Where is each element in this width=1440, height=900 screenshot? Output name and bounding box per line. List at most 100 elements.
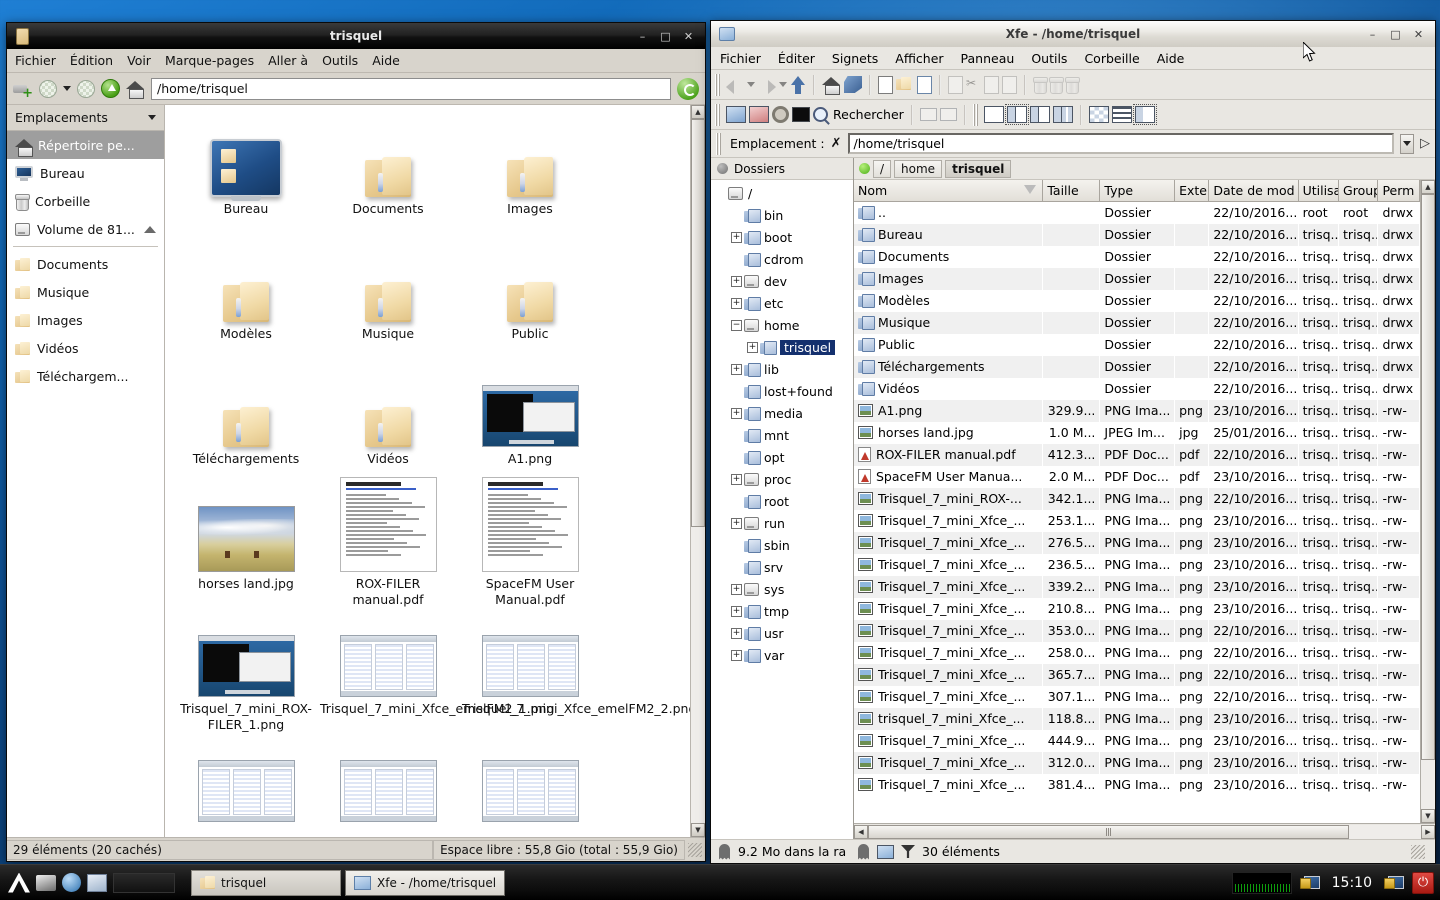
table-row[interactable]: SpaceFM User Manua... 2.0 M... PDF Doc... p…: [854, 466, 1420, 488]
terminal-icon[interactable]: [36, 874, 56, 891]
scroll-down-button[interactable]: ▼: [691, 823, 705, 837]
tree-expander[interactable]: +: [731, 473, 742, 485]
left-vertical-scrollbar[interactable]: ▲ ▼: [690, 105, 705, 837]
scroll-thumb[interactable]: [868, 824, 1350, 839]
tree-node[interactable]: root: [711, 490, 853, 512]
breadcrumb-root[interactable]: /: [873, 159, 892, 178]
table-row[interactable]: Trisquel_7_mini_Xfce_... 353.0... PNG Ima.…: [854, 619, 1420, 642]
back-dropdown-icon[interactable]: [747, 82, 755, 87]
minimize-button[interactable]: –: [636, 31, 649, 42]
table-row[interactable]: Trisquel_7_mini_Xfce_... 381.4... PNG Ima.…: [854, 774, 1420, 796]
cell-name[interactable]: trisquel_7_mini_Xfce_...: [854, 707, 1043, 730]
task-buttons[interactable]: trisquel Xfe - /home/trisquel: [191, 869, 509, 896]
table-row[interactable]: horses land.jpg 1.0 M... JPEG Im... jpg 25/0…: [854, 422, 1420, 444]
table-row[interactable]: Trisquel_7_mini_Xfce_... 365.7... PNG Ima.…: [854, 663, 1420, 686]
toolbar-grip[interactable]: [715, 73, 720, 96]
left-window-controls[interactable]: – □ ✕: [636, 31, 701, 42]
table-row[interactable]: Trisquel_7_mini_Xfce_... 253.1... PNG Ima.…: [854, 510, 1420, 532]
cell-name[interactable]: Téléchargements: [854, 355, 1043, 378]
scroll-up-button[interactable]: ▲: [1421, 180, 1435, 194]
tree-expander[interactable]: +: [731, 275, 742, 287]
cell-name[interactable]: Trisquel_7_mini_Xfce_...: [854, 663, 1043, 686]
xfe-menubar[interactable]: Fichier Éditer Signets Afficher Panneau …: [711, 47, 1435, 70]
xfe-window-controls[interactable]: – □ ✕: [1366, 29, 1431, 40]
left-window-titlebar[interactable]: trisquel – □ ✕: [7, 23, 705, 49]
file-icon-item[interactable]: Public: [459, 244, 601, 369]
menu-outils[interactable]: Outils: [1031, 51, 1067, 66]
tree-node[interactable]: + trisquel: [711, 336, 853, 358]
menu-panneau[interactable]: Panneau: [961, 51, 1015, 66]
tree-node[interactable]: + etc: [711, 292, 853, 314]
chevron-down-icon[interactable]: [148, 115, 156, 120]
menu-aide[interactable]: Aide: [1157, 51, 1185, 66]
terminal-icon[interactable]: [792, 107, 810, 122]
taskbar-launchers[interactable]: [0, 872, 183, 893]
file-icon-item[interactable]: Documents: [317, 119, 459, 244]
toolbar-grip[interactable]: [972, 103, 978, 126]
task-button-xfe[interactable]: Xfe - /home/trisquel: [345, 869, 506, 896]
magnifier-icon[interactable]: [813, 107, 828, 122]
xfe-window[interactable]: Xfe - /home/trisquel – □ ✕ Fichier Édite…: [710, 20, 1436, 864]
menu-fichier[interactable]: Fichier: [15, 53, 56, 68]
cell-name[interactable]: Trisquel_7_mini_Xfce_...: [854, 575, 1043, 598]
scroll-right-button[interactable]: ▶: [1421, 824, 1435, 839]
scroll-thumb[interactable]: [691, 119, 705, 528]
tree-node[interactable]: + usr: [711, 622, 853, 644]
tree-node[interactable]: + run: [711, 512, 853, 534]
file-icon-item[interactable]: Musique: [317, 244, 459, 369]
file-vertical-scrollbar[interactable]: ▲ ▼: [1420, 180, 1435, 823]
table-row[interactable]: A1.png 329.9... PNG Ima... png 23/10/2016...…: [854, 399, 1420, 422]
task-button-trisquel[interactable]: trisquel: [191, 869, 341, 896]
table-header-row[interactable]: Nom Taille Type Exten Date de mod Utilisa Grou…: [854, 180, 1420, 202]
tree-expander[interactable]: +: [731, 627, 742, 639]
sidebar-item-documents[interactable]: Documents: [7, 250, 164, 278]
one-panel-icon[interactable]: [983, 106, 1004, 123]
menu-edition[interactable]: Édition: [70, 53, 113, 68]
tree-node[interactable]: sbin: [711, 534, 853, 556]
scroll-track[interactable]: [868, 824, 1421, 839]
tree-node[interactable]: cdrom: [711, 248, 853, 270]
big-icons-icon[interactable]: [1088, 106, 1109, 123]
maximize-button[interactable]: □: [659, 31, 672, 42]
table-row[interactable]: .. Dossier 22/10/2016... root root drwx: [854, 202, 1420, 224]
file-icon-item[interactable]: [317, 744, 459, 837]
file-list-pane[interactable]: / home trisquel Nom Taille Type Exten Date d…: [854, 158, 1435, 839]
scroll-left-button[interactable]: ◀: [854, 824, 868, 839]
table-row[interactable]: Vidéos Dossier 22/10/2016... trisq... trisq.…: [854, 378, 1420, 400]
network-lock-icon[interactable]: [1299, 875, 1320, 891]
file-icon-item[interactable]: Bureau: [175, 119, 317, 244]
menu-afficher[interactable]: Afficher: [895, 51, 943, 66]
scroll-thumb[interactable]: [1421, 194, 1435, 760]
eject-icon[interactable]: [144, 225, 156, 233]
refresh-icon[interactable]: [844, 76, 862, 93]
go-arrow-icon[interactable]: ▷: [1420, 136, 1430, 151]
tree-node[interactable]: + media: [711, 402, 853, 424]
file-icon-item[interactable]: A1.png: [459, 369, 601, 494]
table-row[interactable]: Musique Dossier 22/10/2016... trisq... trisq…: [854, 311, 1420, 334]
file-icon-item[interactable]: Images: [459, 119, 601, 244]
scroll-track[interactable]: [691, 119, 705, 823]
back-icon[interactable]: [39, 79, 57, 98]
cell-name[interactable]: SpaceFM User Manua...: [854, 466, 1043, 488]
cell-name[interactable]: Trisquel_7_mini_ROX-...: [854, 487, 1043, 510]
up-icon[interactable]: [790, 75, 806, 94]
table-row[interactable]: Images Dossier 22/10/2016... trisq... trisq.…: [854, 267, 1420, 290]
breadcrumb-trisquel[interactable]: trisquel: [945, 159, 1012, 178]
table-row[interactable]: Trisquel_7_mini_Xfce_... 210.8... PNG Ima.…: [854, 598, 1420, 620]
file-horizontal-scrollbar[interactable]: ◀ ▶: [854, 823, 1435, 839]
sidebar-item-images[interactable]: Images: [7, 306, 164, 334]
chevron-down-icon[interactable]: [1400, 133, 1414, 154]
column-header-exten[interactable]: Exten: [1174, 180, 1210, 202]
file-icon-item[interactable]: [459, 744, 601, 837]
table-row[interactable]: Bureau Dossier 22/10/2016... trisq... trisq.…: [854, 223, 1420, 246]
table-row[interactable]: Trisquel_7_mini_Xfce_... 307.1... PNG Ima.…: [854, 686, 1420, 708]
small-icons-icon[interactable]: [1111, 106, 1132, 123]
tree-node[interactable]: bin: [711, 204, 853, 226]
file-table[interactable]: Nom Taille Type Exten Date de mod Utilisa Grou…: [854, 180, 1420, 796]
tree-node[interactable]: srv: [711, 556, 853, 578]
menu-editer[interactable]: Éditer: [778, 51, 815, 66]
xfe-window-icon[interactable]: [726, 106, 746, 123]
breadcrumb-home[interactable]: home: [894, 159, 943, 178]
table-row[interactable]: Trisquel_7_mini_Xfce_... 258.0... PNG Ima.…: [854, 642, 1420, 664]
file-icon-item[interactable]: Trisquel_7_mini_Xfce_emelFM2_2.png: [459, 619, 690, 744]
